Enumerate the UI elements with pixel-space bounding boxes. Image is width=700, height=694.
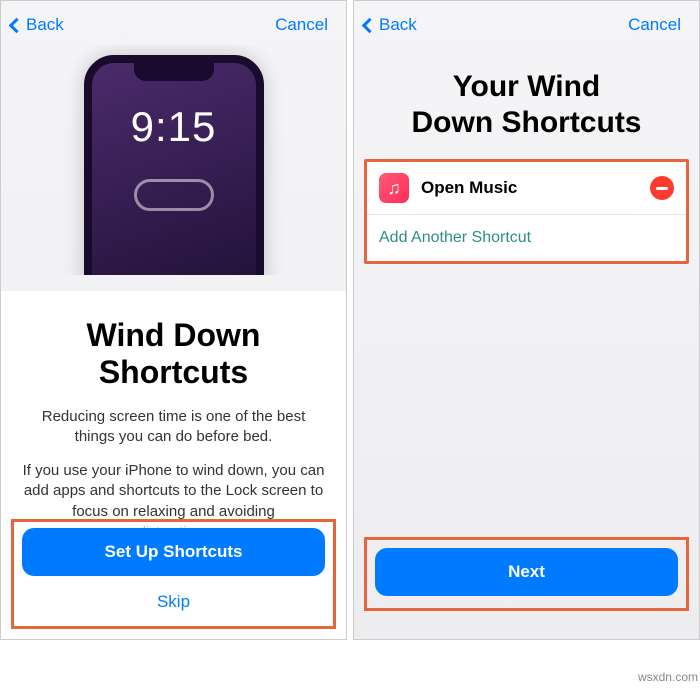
title-line-1: Wind Down [87, 317, 261, 353]
page-title: Your Wind Down Shortcuts [354, 45, 699, 159]
back-button[interactable]: Back [358, 15, 417, 35]
button-group-highlight: Next [364, 537, 689, 611]
shortcut-row-open-music[interactable]: ♫ Open Music [367, 162, 686, 214]
screen-your-shortcuts: Back Cancel Your Wind Down Shortcuts ♫ O… [353, 0, 700, 640]
title-line-1: Your Wind [453, 70, 600, 103]
back-label: Back [379, 15, 417, 35]
lock-screen-clock: 9:15 [131, 103, 217, 151]
nav-bar: Back Cancel [354, 1, 699, 45]
cancel-button[interactable]: Cancel [275, 15, 336, 35]
phone-frame: 9:15 [84, 55, 264, 275]
cancel-button[interactable]: Cancel [628, 15, 689, 35]
back-label: Back [26, 15, 64, 35]
shortcut-label: Open Music [421, 178, 650, 198]
title-line-2: Down Shortcuts [412, 106, 642, 139]
add-another-shortcut-button[interactable]: Add Another Shortcut [367, 214, 686, 261]
button-group-highlight: Set Up Shortcuts Skip [11, 519, 336, 629]
title-line-2: Shortcuts [99, 354, 248, 390]
lock-screen-widget-pill [134, 179, 214, 211]
nav-bar: Back Cancel [1, 1, 346, 45]
minus-icon [656, 187, 668, 190]
screen-wind-down-intro: Back Cancel 9:15 Wind Down Shortcuts Red… [0, 0, 347, 640]
phone-screen: 9:15 [92, 63, 256, 275]
description-1: Reducing screen time is one of the best … [21, 407, 326, 448]
watermark: wsxdn.com [638, 670, 698, 684]
next-button[interactable]: Next [375, 548, 678, 596]
page-title: Wind Down Shortcuts [21, 317, 326, 391]
shortcut-list-highlight: ♫ Open Music Add Another Shortcut [364, 159, 689, 264]
chevron-left-icon [9, 17, 25, 33]
phone-illustration: 9:15 [1, 45, 346, 275]
chevron-left-icon [362, 17, 378, 33]
music-note-icon: ♫ [387, 178, 401, 199]
setup-shortcuts-button[interactable]: Set Up Shortcuts [22, 528, 325, 576]
back-button[interactable]: Back [5, 15, 64, 35]
skip-button[interactable]: Skip [22, 580, 325, 624]
music-app-icon: ♫ [379, 173, 409, 203]
remove-shortcut-button[interactable] [650, 176, 674, 200]
notch [134, 63, 214, 81]
